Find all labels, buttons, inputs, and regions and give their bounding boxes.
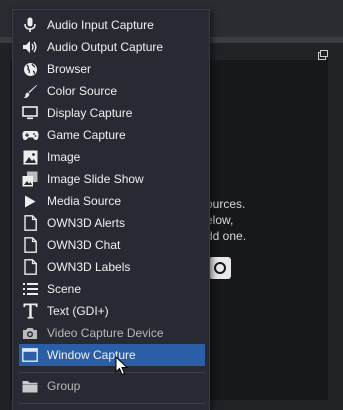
monitor-icon [21,104,39,122]
menu-item-browser[interactable]: Browser [19,58,205,80]
menu-item-label: Text (GDI+) [47,304,109,318]
text-icon [21,302,39,320]
mouse-cursor [115,356,129,376]
slideshow-icon [21,170,39,188]
list-icon [21,280,39,298]
menu-item-label: Group [47,379,81,393]
window-icon [21,346,39,364]
menu-item-label: Display Capture [47,106,133,120]
menu-item-own3d-alerts[interactable]: OWN3D Alerts [19,212,205,234]
menu-item-own3d-labels[interactable]: OWN3D Labels [19,256,205,278]
paintbrush-icon [21,82,39,100]
document-icon [21,214,39,232]
menu-item-text-gdi[interactable]: Text (GDI+) [19,300,205,322]
camera-icon [21,324,39,342]
folder-icon [21,377,39,395]
menu-item-label: OWN3D Labels [47,260,131,274]
menu-item-label: Video Capture Device [47,326,164,340]
globe-icon [21,60,39,78]
menu-item-label: Audio Input Capture [47,18,154,32]
menu-item-label: Audio Output Capture [47,40,164,54]
menu-separator [19,372,205,373]
menu-item-media-source[interactable]: Media Source [19,190,205,212]
menu-item-label: Color Source [47,84,118,98]
speaker-icon [21,38,39,56]
menu-item-label: Image [47,150,81,164]
add-source-menu: Audio Input Capture Audio Output Capture… [12,9,210,410]
gamepad-icon [21,126,39,144]
hint-line: elow, [206,213,234,227]
menu-item-image[interactable]: Image [19,146,205,168]
menu-item-window-capture[interactable]: Window Capture [19,344,205,366]
microphone-icon [21,16,39,34]
menu-item-label: Media Source [47,194,122,208]
camera-icon [209,257,231,279]
menu-item-label: Browser [47,62,92,76]
menu-item-label: Game Capture [47,128,126,142]
hint-line: ources. [206,197,246,211]
menu-separator [19,403,205,404]
menu-item-audio-output-capture[interactable]: Audio Output Capture [19,36,205,58]
menu-item-label: Image Slide Show [47,172,144,186]
hint-line: dd one. [206,229,247,243]
undock-icon[interactable] [318,50,328,60]
menu-item-own3d-chat[interactable]: OWN3D Chat [19,234,205,256]
menu-item-image-slide-show[interactable]: Image Slide Show [19,168,205,190]
menu-item-color-source[interactable]: Color Source [19,80,205,102]
document-icon [21,236,39,254]
menu-item-group[interactable]: Group [19,375,205,397]
menu-item-game-capture[interactable]: Game Capture [19,124,205,146]
play-icon [21,192,39,210]
menu-item-scene[interactable]: Scene [19,278,205,300]
menu-item-label: OWN3D Alerts [47,216,126,230]
empty-sources-hint: ources. elow, dd one. [206,196,336,244]
menu-item-label: Scene [47,282,82,296]
menu-item-label: OWN3D Chat [47,238,121,252]
menu-item-display-capture[interactable]: Display Capture [19,102,205,124]
document-icon [21,258,39,276]
image-icon [21,148,39,166]
menu-item-video-capture-device[interactable]: Video Capture Device [19,322,205,344]
menu-item-audio-input-capture[interactable]: Audio Input Capture [19,14,205,36]
